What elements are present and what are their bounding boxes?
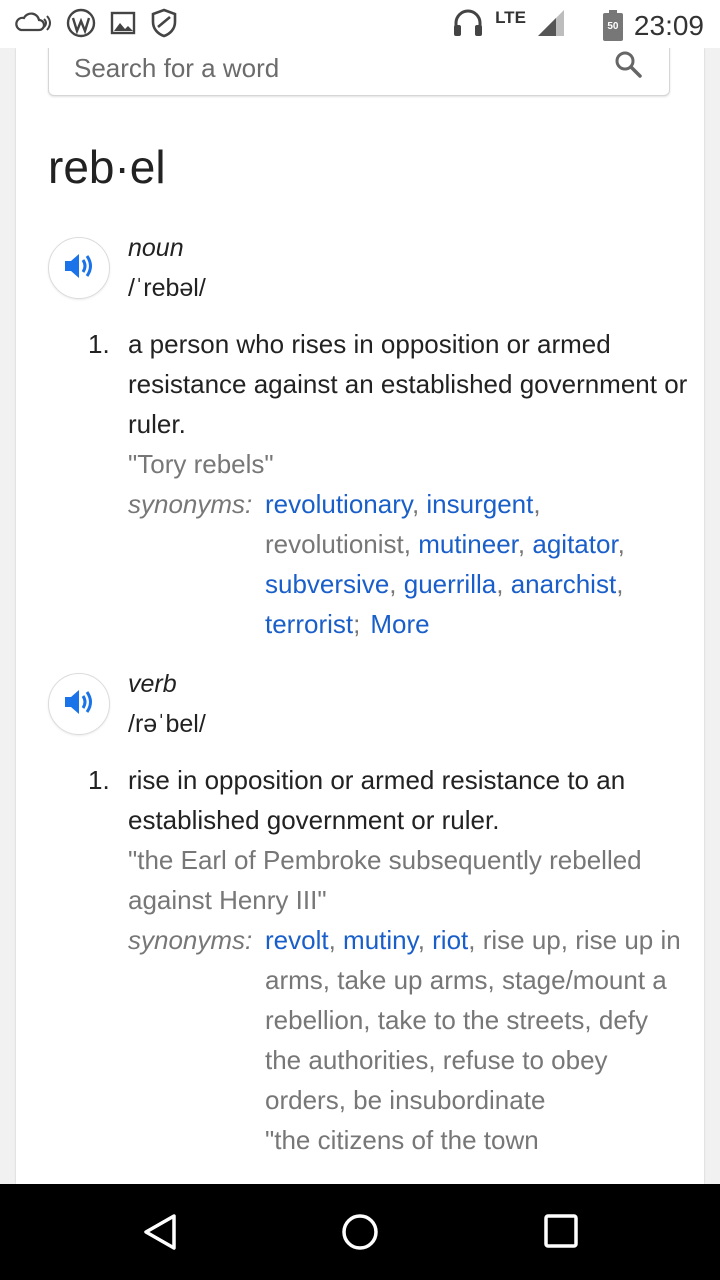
example-continued-row: "the citizens of the town: [128, 1120, 688, 1160]
search-input[interactable]: Search for a word: [74, 53, 279, 84]
synonym-link[interactable]: terrorist: [265, 609, 353, 639]
synonym-text: take up arms: [337, 965, 488, 995]
navigation-bar: [0, 1184, 720, 1280]
headword: reb·el: [48, 141, 166, 193]
image-icon: [110, 11, 136, 40]
synonyms-label: synonyms:: [128, 925, 253, 955]
pronunciation-noun: /ˈrebəl/: [128, 274, 206, 302]
headset-icon: [451, 6, 485, 45]
synonym-link[interactable]: insurgent: [426, 489, 533, 519]
battery-level: 50: [607, 20, 619, 32]
back-icon[interactable]: [140, 1212, 180, 1252]
search-icon[interactable]: [613, 49, 643, 84]
network-type: LTE: [495, 7, 526, 27]
part-of-speech-verb: verb: [128, 670, 177, 698]
recents-icon[interactable]: [542, 1212, 582, 1252]
synonym-text: rise up: [482, 925, 561, 955]
pronunciation-verb: /rəˈbel/: [128, 710, 206, 738]
synonyms-row: synonyms: revolt, mutiny, riot, rise up,…: [128, 920, 688, 1120]
example: "the Earl of Pembroke subsequently rebel…: [128, 845, 642, 915]
status-left-icons: [14, 8, 178, 43]
part-of-speech-noun: noun: [128, 234, 184, 262]
pronounce-verb-button[interactable]: [48, 673, 110, 735]
battery-icon: 50: [602, 9, 624, 42]
speaker-icon: [63, 252, 95, 285]
synonym-link[interactable]: revolutionary: [265, 489, 412, 519]
synonyms-label: synonyms:: [128, 489, 253, 519]
synonym-text: take to the streets: [377, 1005, 585, 1035]
pronounce-noun-button[interactable]: [48, 237, 110, 299]
synonyms-list: revolutionary, insurgent, revolutionist,…: [265, 489, 625, 639]
wordpress-icon: [66, 8, 96, 43]
more-synonyms-link[interactable]: More: [370, 609, 429, 639]
example: "Tory rebels": [128, 449, 274, 479]
synonym-link[interactable]: anarchist: [511, 569, 617, 599]
synonym-link[interactable]: mutineer: [418, 529, 518, 559]
home-icon[interactable]: [340, 1212, 380, 1252]
sense-number: 1.: [88, 765, 110, 795]
synonym-text: be insubordinate: [353, 1085, 546, 1115]
signal-icon: [536, 8, 566, 43]
dictionary-card: Search for a word reb·el noun /ˈrebəl/ 1…: [16, 48, 704, 1184]
synonyms-list: revolt, mutiny, riot, rise up, rise up i…: [265, 925, 681, 1115]
status-bar: LTE 50 23:09: [0, 0, 720, 48]
synonym-link[interactable]: agitator: [532, 529, 617, 559]
synonyms-row: synonyms: revolutionary, insurgent, revo…: [128, 484, 688, 644]
synonym-link[interactable]: revolt: [265, 925, 329, 955]
definition: a person who rises in opposition or arme…: [128, 329, 688, 439]
definition: rise in opposition or armed resistance t…: [128, 765, 626, 835]
synonym-link[interactable]: mutiny: [343, 925, 418, 955]
shield-icon: [150, 8, 178, 43]
status-right-icons: LTE 50 23:09: [451, 6, 704, 45]
synonym-link[interactable]: subversive: [265, 569, 389, 599]
example: "the citizens of the town: [265, 1125, 539, 1155]
cloud-icon: [14, 11, 52, 40]
synonym-text: revolutionist: [265, 529, 404, 559]
search-box[interactable]: Search for a word: [48, 48, 670, 96]
clock: 23:09: [633, 9, 704, 41]
synonym-link[interactable]: riot: [432, 925, 468, 955]
synonym-link[interactable]: guerrilla: [404, 569, 497, 599]
sense-number: 1.: [88, 329, 110, 359]
speaker-icon: [63, 688, 95, 721]
